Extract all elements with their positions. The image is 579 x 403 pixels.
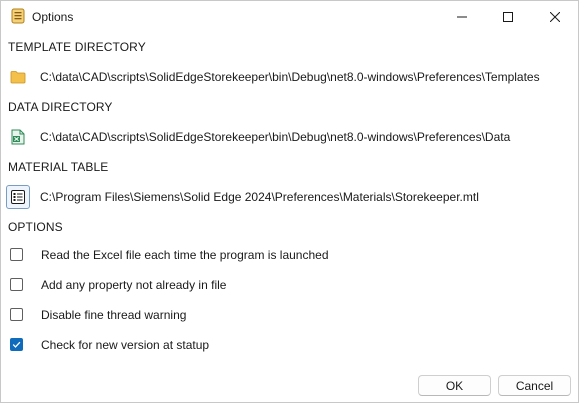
material-table-path: C:\Program Files\Siemens\Solid Edge 2024… [40, 190, 479, 204]
data-directory-row: C:\data\CAD\scripts\SolidEdgeStorekeeper… [6, 125, 566, 149]
title-bar: Options [1, 1, 578, 32]
folder-icon [10, 71, 26, 84]
checkmark-icon [12, 341, 21, 348]
close-button[interactable] [532, 1, 578, 32]
options-dialog: Options TEMPLATE DIRECTORY C:\data\CAD\s… [0, 0, 579, 403]
minimize-button[interactable] [439, 1, 485, 32]
data-directory-browse-button[interactable] [6, 125, 30, 149]
preferences-app-icon [10, 8, 26, 24]
template-directory-row: C:\data\CAD\scripts\SolidEdgeStorekeeper… [6, 65, 566, 89]
maximize-button[interactable] [485, 1, 531, 32]
read-excel-checkbox[interactable] [10, 248, 23, 261]
template-directory-browse-button[interactable] [6, 65, 30, 89]
disable-fine-thread-checkbox[interactable] [10, 308, 23, 321]
window-title: Options [32, 10, 74, 24]
close-icon [550, 11, 560, 22]
data-directory-path: C:\data\CAD\scripts\SolidEdgeStorekeeper… [40, 130, 511, 144]
list-icon [11, 190, 25, 204]
template-directory-path: C:\data\CAD\scripts\SolidEdgeStorekeeper… [40, 70, 540, 84]
maximize-icon [503, 11, 513, 22]
spreadsheet-icon [11, 129, 25, 145]
material-table-browse-button[interactable] [6, 185, 30, 209]
options-heading: OPTIONS [8, 220, 63, 234]
template-directory-heading: TEMPLATE DIRECTORY [8, 40, 146, 54]
read-excel-label: Read the Excel file each time the progra… [41, 248, 329, 262]
disable-fine-thread-label: Disable fine thread warning [41, 308, 187, 322]
check-version-checkbox[interactable] [10, 338, 23, 351]
minimize-icon [457, 16, 467, 17]
data-directory-heading: DATA DIRECTORY [8, 100, 113, 114]
ok-button[interactable]: OK [418, 375, 491, 396]
add-property-label: Add any property not already in file [41, 278, 227, 292]
add-property-checkbox[interactable] [10, 278, 23, 291]
check-version-label: Check for new version at statup [41, 338, 210, 352]
material-table-heading: MATERIAL TABLE [8, 160, 109, 174]
material-table-row: C:\Program Files\Siemens\Solid Edge 2024… [6, 185, 566, 209]
cancel-button[interactable]: Cancel [498, 375, 571, 396]
